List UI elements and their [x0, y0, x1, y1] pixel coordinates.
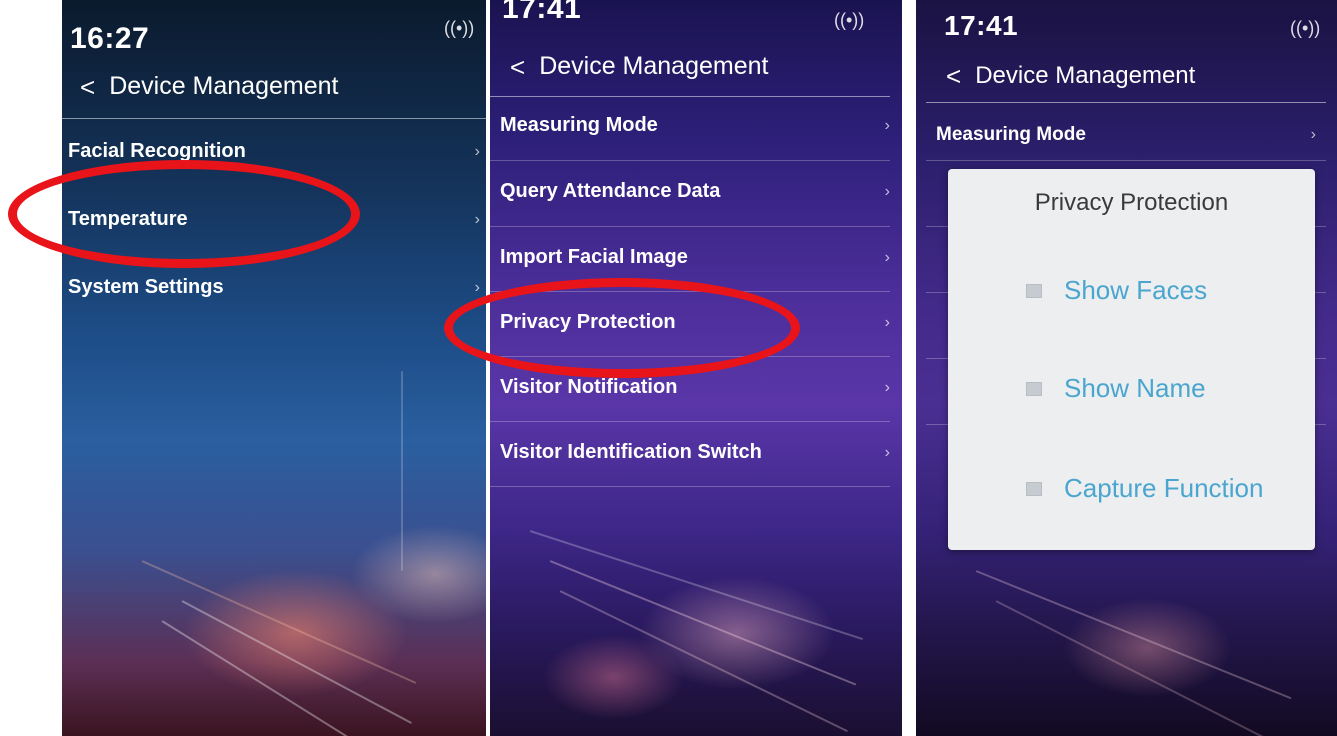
dialog-title: Privacy Protection — [1034, 189, 1229, 216]
chevron-right-icon: › — [884, 313, 890, 331]
menu-item-measuring-mode[interactable]: Measuring Mode › — [500, 114, 890, 137]
header-divider — [926, 102, 1326, 103]
background-streak — [995, 600, 1282, 736]
menu-divider — [490, 421, 890, 422]
chevron-right-icon: › — [884, 378, 890, 396]
menu-item-label: System Settings — [68, 276, 224, 298]
menu-divider — [490, 226, 890, 227]
background-streak — [559, 590, 849, 733]
page-title: Device Management — [109, 72, 339, 100]
checkbox-icon[interactable] — [1026, 283, 1042, 298]
status-time: 17:41 — [944, 10, 1019, 41]
chevron-right-icon: › — [1310, 126, 1316, 143]
menu-item-visitor-identification-switch[interactable]: Visitor Identification Switch › — [500, 441, 890, 464]
menu-divider — [490, 486, 890, 487]
header-divider — [490, 96, 890, 97]
page-title: Device Management — [539, 52, 769, 80]
option-label: Show Faces — [1064, 275, 1208, 305]
page-title: Device Management — [975, 62, 1196, 89]
menu-item-query-attendance-data[interactable]: Query Attendance Data › — [500, 180, 890, 203]
status-time: 16:27 — [70, 22, 150, 55]
option-label: Show Name — [1064, 373, 1206, 403]
back-chevron-icon[interactable]: < — [510, 54, 525, 80]
device-screen-1: 16:27 ((•)) < Device Management Facial R… — [62, 0, 486, 736]
menu-item-label: Visitor Identification Switch — [500, 441, 762, 463]
header-divider — [62, 118, 486, 119]
chevron-right-icon: › — [474, 142, 480, 160]
chevron-right-icon: › — [884, 248, 890, 266]
checkbox-icon[interactable] — [1026, 481, 1042, 496]
chevron-right-icon: › — [474, 210, 480, 228]
menu-item-label: Query Attendance Data — [500, 180, 721, 202]
menu-item-facial-recognition[interactable]: Facial Recognition › — [68, 140, 480, 163]
chevron-right-icon: › — [474, 278, 480, 296]
menu-item-system-settings[interactable]: System Settings › — [68, 276, 480, 299]
wireless-signal-icon: ((•)) — [834, 10, 865, 30]
status-time: 17:41 — [502, 0, 582, 25]
menu-divider — [490, 160, 890, 161]
background-streak — [975, 570, 1292, 700]
menu-divider — [926, 160, 1326, 161]
highlight-circle-privacy-protection — [444, 278, 800, 378]
background-streak — [529, 530, 864, 641]
highlight-circle-temperature — [8, 160, 360, 268]
menu-item-label: Facial Recognition — [68, 140, 246, 162]
background-streak — [401, 371, 403, 571]
header: < Device Management — [80, 72, 338, 101]
chevron-right-icon: › — [884, 443, 890, 461]
wireless-signal-icon: ((•)) — [444, 18, 475, 38]
wireless-signal-icon: ((•)) — [1290, 18, 1321, 38]
header: < Device Management — [946, 62, 1195, 90]
menu-item-label: Visitor Notification — [500, 376, 678, 398]
menu-item-measuring-mode[interactable]: Measuring Mode › — [936, 124, 1316, 146]
chevron-right-icon: › — [884, 116, 890, 134]
option-show-name[interactable]: Show Name — [1026, 373, 1206, 404]
back-chevron-icon[interactable]: < — [946, 63, 961, 89]
menu-item-visitor-notification[interactable]: Visitor Notification › — [500, 376, 890, 399]
menu-item-label: Import Facial Image — [500, 246, 688, 268]
chevron-right-icon: › — [884, 182, 890, 200]
privacy-protection-dialog: Privacy Protection Show Faces Show Name … — [948, 169, 1315, 550]
checkbox-icon[interactable] — [1026, 381, 1042, 396]
menu-item-import-facial-image[interactable]: Import Facial Image › — [500, 246, 890, 269]
background-streak — [141, 560, 417, 684]
menu-item-label: Measuring Mode — [936, 124, 1086, 145]
background-streak — [161, 620, 400, 736]
header: < Device Management — [510, 52, 768, 81]
option-label: Capture Function — [1064, 473, 1264, 503]
option-capture-function[interactable]: Capture Function — [1026, 473, 1263, 504]
menu-item-label: Measuring Mode — [500, 114, 658, 136]
back-chevron-icon[interactable]: < — [80, 74, 95, 100]
option-show-faces[interactable]: Show Faces — [1026, 275, 1207, 306]
